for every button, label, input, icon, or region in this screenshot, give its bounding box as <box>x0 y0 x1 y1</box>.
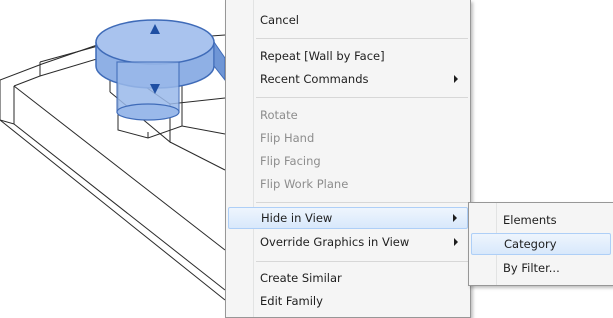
menu-item-flip-facing[interactable]: Flip Facing <box>228 150 468 172</box>
menu-item-create-similar[interactable]: Create Similar <box>228 267 468 289</box>
menu-separator <box>256 202 468 203</box>
menu-separator <box>256 38 468 39</box>
menu-item-label: Recent Commands <box>260 72 369 86</box>
submenu-item-by-filter[interactable]: By Filter... <box>471 257 611 279</box>
submenu-arrow-icon <box>454 75 458 83</box>
menu-item-rotate[interactable]: Rotate <box>228 104 468 126</box>
menu-item-label: Hide in View <box>261 211 333 225</box>
menu-item-hide-in-view[interactable]: Hide in View <box>228 207 468 229</box>
menu-item-recent-commands[interactable]: Recent Commands <box>228 68 468 90</box>
submenu-arrow-icon <box>454 238 458 246</box>
menu-item-flip-hand[interactable]: Flip Hand <box>228 127 468 149</box>
menu-separator <box>256 261 468 262</box>
menu-item-edit-family[interactable]: Edit Family <box>228 290 468 312</box>
menu-item-repeat[interactable]: Repeat [Wall by Face] <box>228 45 468 67</box>
hide-in-view-submenu: Elements Category By Filter... <box>468 202 613 286</box>
menu-separator <box>256 97 468 98</box>
menu-item-override-graphics[interactable]: Override Graphics in View <box>228 231 468 253</box>
shape-handle-gizmo[interactable] <box>95 19 226 121</box>
submenu-item-category[interactable]: Category <box>471 233 611 255</box>
context-menu: Cancel Repeat [Wall by Face] Recent Comm… <box>225 0 471 318</box>
submenu-item-elements[interactable]: Elements <box>471 209 611 231</box>
submenu-arrow-icon <box>453 214 457 222</box>
menu-item-flip-work-plane[interactable]: Flip Work Plane <box>228 173 468 195</box>
menu-item-label: Override Graphics in View <box>260 235 410 249</box>
menu-item-cancel[interactable]: Cancel <box>228 9 468 31</box>
